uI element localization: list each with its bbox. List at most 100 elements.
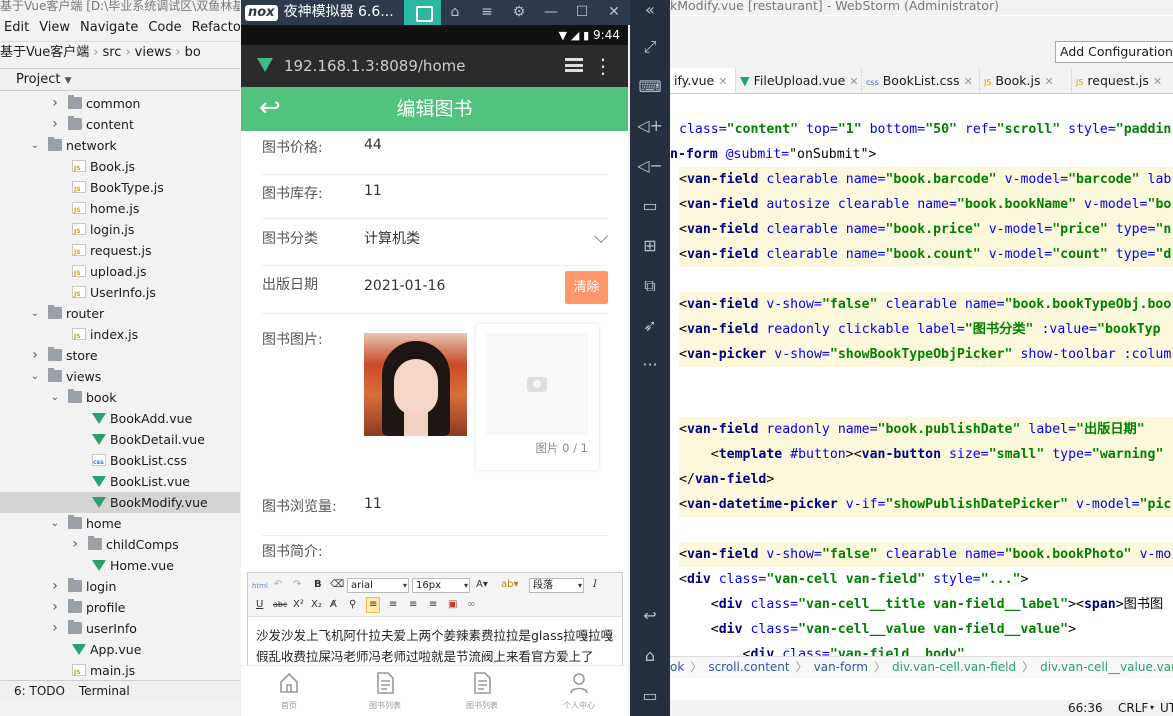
clear-date-button[interactable]: 清除 (565, 271, 608, 304)
add-configuration-button[interactable]: Add Configuration... (1055, 41, 1173, 63)
close-tab-icon[interactable]: ✕ (718, 75, 727, 88)
chevron-down-icon[interactable]: ⌄ (30, 135, 40, 156)
format-painter-icon[interactable]: ⚲ (349, 598, 356, 612)
chevron-down-icon[interactable] (593, 228, 609, 244)
breadcrumb-src[interactable]: src (102, 45, 121, 60)
breadcrumb-views[interactable]: views (135, 45, 172, 60)
code-crumb-item[interactable]: van-form (814, 660, 868, 674)
tabs-icon[interactable] (565, 58, 583, 72)
tab-book-list-1[interactable]: 图书列表 (337, 666, 433, 716)
font-color-icon[interactable]: A▾ (476, 578, 488, 592)
chevron-down-icon[interactable]: ⌄ (50, 513, 60, 534)
tree-item[interactable]: BookModify.vue (0, 492, 240, 513)
tree-item[interactable]: home.js (0, 198, 240, 219)
chevron-down-icon[interactable]: ▼ (65, 76, 72, 86)
editor-tab-book-js[interactable]: JS Book.js ✕ (980, 68, 1072, 93)
tree-item[interactable]: ⌄ views (0, 366, 240, 387)
tree-item[interactable]: BookType.js (0, 177, 240, 198)
date-value[interactable]: 2021-01-16 (364, 278, 445, 294)
tree-item[interactable]: › content (0, 114, 240, 135)
chevron-right-icon[interactable]: › (50, 114, 60, 135)
chevron-right-icon[interactable]: › (50, 618, 60, 639)
code-crumb-item[interactable]: scroll.content (708, 660, 789, 674)
views-field[interactable]: 图书浏览量: 11 (262, 496, 608, 536)
editor-tab-fileupload[interactable]: ▼ FileUpload.vue ✕ (736, 68, 862, 93)
font-family-select[interactable]: arial (347, 578, 409, 593)
superscript-icon[interactable]: X² (293, 598, 304, 612)
highlight-icon[interactable]: ab▾ (501, 578, 519, 592)
stock-input[interactable]: 11 (364, 183, 382, 199)
upload-box[interactable] (486, 333, 588, 435)
cursor-position[interactable]: 66:36 (1068, 700, 1103, 716)
more-vert-icon[interactable]: ⋮ (593, 45, 613, 87)
photo-uploader[interactable]: 图片 0 / 1 (476, 324, 599, 470)
rocket-icon[interactable]: ➶ (630, 311, 670, 341)
font-size-select[interactable]: 16px (412, 578, 470, 593)
tree-item[interactable]: Home.vue (0, 555, 240, 576)
align-center-icon[interactable]: ≡ (389, 598, 397, 612)
android-back-icon[interactable]: ↩ (630, 601, 670, 631)
android-recents-icon[interactable]: ▭ (630, 681, 670, 711)
project-panel-header[interactable]: Project ▼ (0, 68, 240, 91)
tree-item[interactable]: Book.js (0, 156, 240, 177)
code-crumb-item[interactable]: ok (670, 660, 684, 674)
screen-icon[interactable]: ▭ (630, 191, 670, 221)
tree-item[interactable]: ⌄ home (0, 513, 240, 534)
code-crumb-item[interactable]: div.van-cell.van-field (892, 660, 1016, 674)
tree-item[interactable]: login.js (0, 219, 240, 240)
menu-navigate[interactable]: Navigate (80, 18, 138, 38)
close-tab-icon[interactable]: ✕ (964, 75, 973, 88)
tree-item[interactable]: › common (0, 93, 240, 114)
bold-icon[interactable]: B (314, 578, 322, 592)
underline-icon[interactable]: U (256, 598, 263, 612)
tree-item[interactable]: BookList.css (0, 450, 240, 471)
close-tab-icon[interactable]: ✕ (1153, 75, 1162, 88)
home-icon[interactable]: ⌂ (442, 0, 468, 25)
tree-item[interactable]: BookAdd.vue (0, 408, 240, 429)
fullscreen-icon[interactable]: ⤢ (630, 32, 670, 62)
rich-text-editor[interactable]: html ↶ ↷ B ⌫ arial 16px A▾ ab▾ 段落 I U ab… (247, 572, 623, 668)
price-input[interactable]: 44 (364, 137, 382, 153)
align-justify-icon[interactable]: ≡ (429, 598, 437, 612)
tree-item[interactable]: upload.js (0, 261, 240, 282)
minimize-icon[interactable]: — (538, 0, 564, 25)
terminal-tab[interactable]: Terminal (79, 684, 130, 698)
paragraph-select[interactable]: 段落 (529, 578, 584, 593)
tree-item[interactable]: ⌄ book (0, 387, 240, 408)
url-text[interactable]: 192.168.1.3:8089/home (284, 45, 465, 87)
line-ending[interactable]: CRLF (1118, 700, 1148, 716)
align-left-icon[interactable]: ≡ (366, 597, 381, 613)
apk-install-icon[interactable]: ⊞ (630, 231, 670, 261)
clear-format-icon[interactable]: A̸ (330, 598, 337, 612)
undo-icon[interactable]: ↶ (274, 578, 282, 592)
chevron-down-icon[interactable]: ⌄ (50, 387, 60, 408)
tree-item[interactable]: › store (0, 345, 240, 366)
book-photo-thumbnail[interactable] (364, 333, 467, 436)
chevron-right-icon[interactable]: › (30, 345, 40, 366)
todo-tab[interactable]: 6: TODO (14, 684, 65, 698)
chevron-right-icon[interactable]: › (70, 534, 80, 555)
align-right-icon[interactable]: ≡ (409, 598, 417, 612)
tree-item[interactable]: › login (0, 576, 240, 597)
editor-tab-request-js[interactable]: JS request.js ✕ (1072, 68, 1173, 93)
emulator-active-tab[interactable] (404, 0, 441, 25)
tree-item[interactable]: ⌄ router (0, 303, 240, 324)
tree-item[interactable]: main.js (0, 660, 240, 681)
tree-item[interactable]: App.vue (0, 639, 240, 660)
price-field[interactable]: 图书价格: 44 (262, 137, 608, 175)
volume-up-icon[interactable]: ◁+ (630, 111, 670, 141)
chevron-right-icon[interactable]: › (50, 597, 60, 618)
tab-book-list-2[interactable]: 图书列表 (434, 666, 530, 716)
category-value[interactable]: 计算机类 (364, 228, 420, 248)
tree-item[interactable]: › profile (0, 597, 240, 618)
menu-refactor[interactable]: Refactor (192, 18, 240, 38)
tab-home[interactable]: 首页 (241, 666, 337, 716)
close-tab-icon[interactable]: ✕ (849, 75, 858, 88)
stock-field[interactable]: 图书库存: 11 (262, 183, 608, 219)
tab-profile[interactable]: 个人中心 (531, 666, 627, 716)
breadcrumb-project[interactable]: 基于Vue客户端 (0, 45, 89, 60)
eraser-icon[interactable]: ⌫ (330, 578, 344, 592)
settings-icon[interactable]: ⚙ (506, 0, 532, 25)
editor-tab-bookmodify[interactable]: ify.vue ✕ (670, 68, 736, 93)
tree-item[interactable]: index.js (0, 324, 240, 345)
